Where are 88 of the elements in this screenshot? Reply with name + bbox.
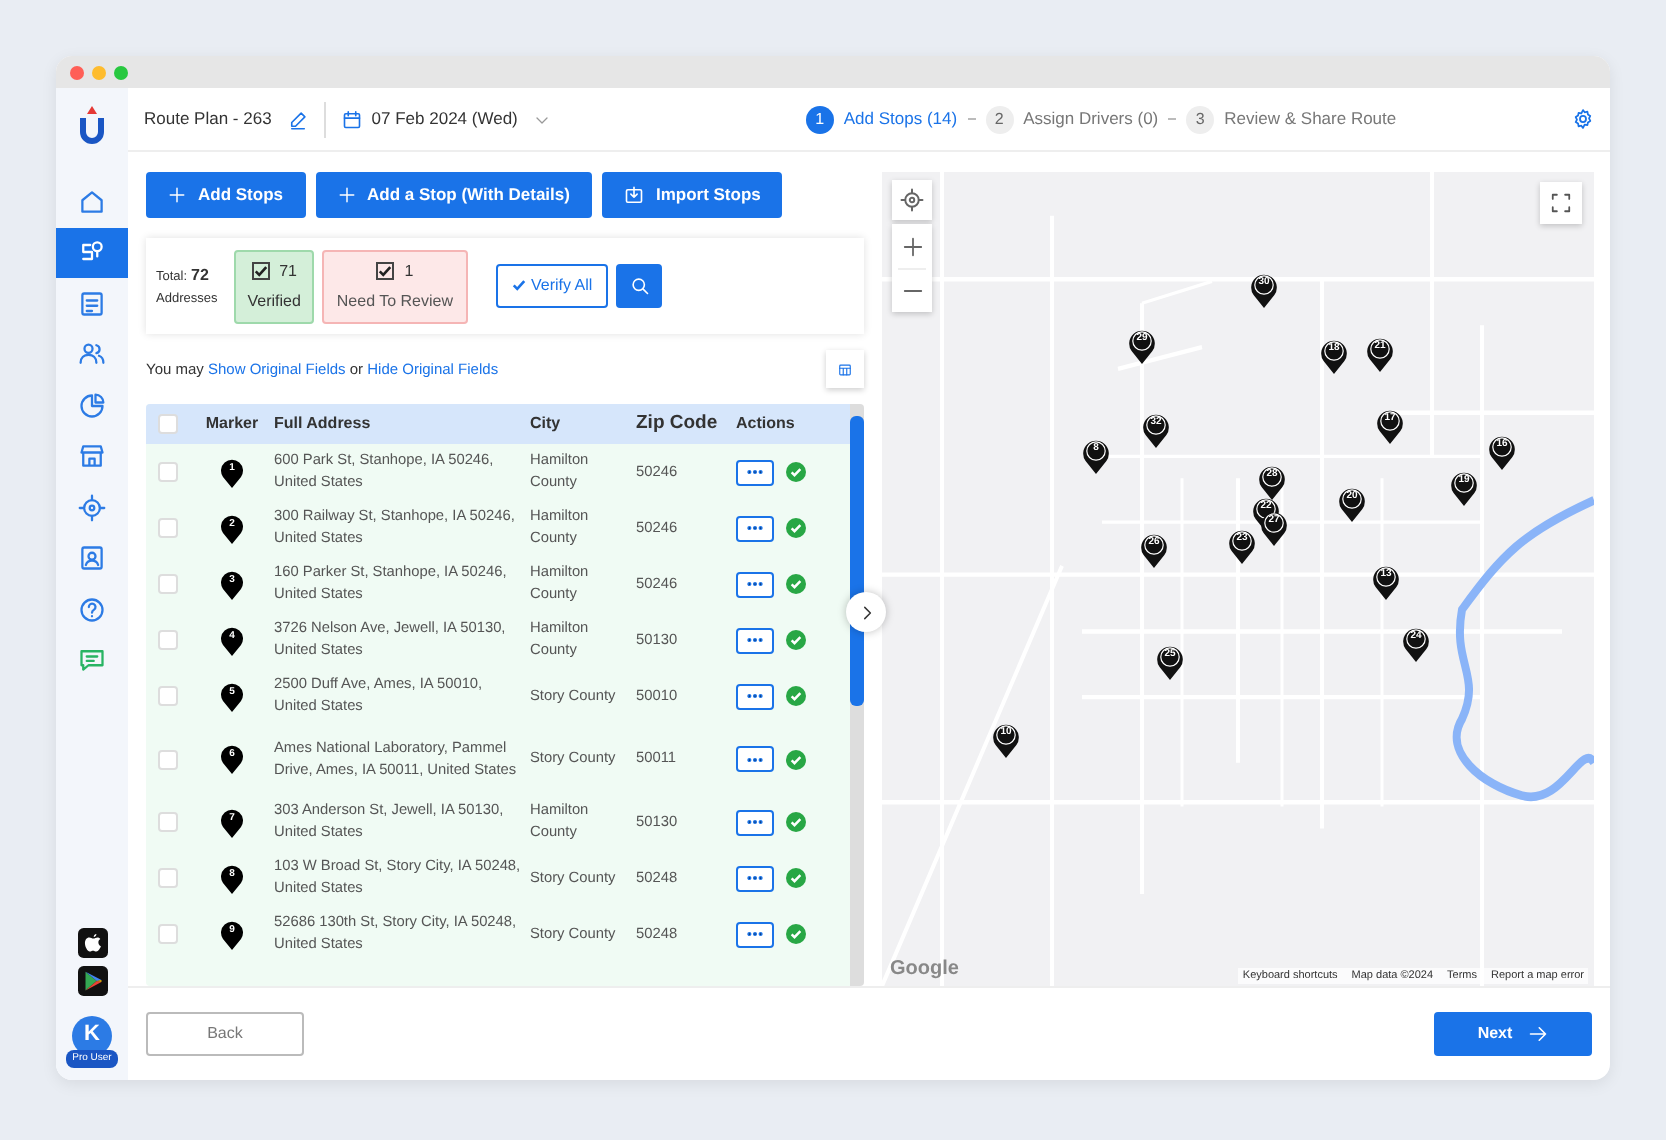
more-button[interactable] xyxy=(736,746,774,772)
contact-card-icon xyxy=(78,544,106,573)
filter-label: Verified xyxy=(247,289,301,313)
row-checkbox[interactable] xyxy=(158,868,178,888)
edit-icon[interactable] xyxy=(287,109,308,129)
calendar-icon[interactable] xyxy=(341,109,362,129)
column-header: Marker xyxy=(205,412,259,436)
count: 71 xyxy=(279,259,298,283)
avatar[interactable]: K xyxy=(71,1015,112,1055)
more-button[interactable] xyxy=(736,515,774,541)
locate-button[interactable] xyxy=(892,180,932,220)
more-button[interactable] xyxy=(736,459,774,485)
column-header: Zip Code xyxy=(636,411,718,434)
row-checkbox[interactable] xyxy=(158,518,178,538)
more-dots-icon xyxy=(746,580,764,588)
more-dots-icon xyxy=(746,636,764,644)
zoom-in-icon[interactable] xyxy=(901,235,923,257)
target-icon xyxy=(78,493,106,522)
more-dots-icon xyxy=(746,874,764,882)
select-all-checkbox[interactable] xyxy=(158,414,178,434)
wizard-step[interactable]: 3 Review & Share Route xyxy=(1186,105,1397,133)
filter-label: Need To Review xyxy=(336,289,454,313)
total-count: 72 xyxy=(191,266,209,285)
row-checkbox[interactable] xyxy=(158,924,178,944)
pie-chart-icon xyxy=(78,391,106,420)
count: 1 xyxy=(404,259,414,283)
search-button[interactable] xyxy=(616,264,663,308)
table-columns-icon xyxy=(838,359,852,379)
verify-all-button[interactable]: Verify All xyxy=(495,264,609,308)
import-icon xyxy=(623,185,644,205)
settings-icon[interactable] xyxy=(1572,108,1594,130)
locate-icon xyxy=(900,188,924,212)
more-button[interactable] xyxy=(736,683,774,709)
users-icon xyxy=(78,340,106,369)
more-dots-icon xyxy=(746,930,764,938)
row-checkbox[interactable] xyxy=(158,574,178,594)
more-dots-icon xyxy=(746,818,764,826)
logo-icon xyxy=(74,104,110,148)
more-button[interactable] xyxy=(736,571,774,597)
more-button[interactable] xyxy=(736,865,774,891)
action-button[interactable]: Add a Stop (With Details) xyxy=(315,172,592,218)
action-button[interactable]: Add Stops xyxy=(146,172,305,218)
wizard-step[interactable]: 1 Add Stops (14) xyxy=(805,105,958,133)
review-filter[interactable]: 1 Need To Review xyxy=(322,249,468,323)
chat-icon xyxy=(78,646,106,675)
columns-button[interactable] xyxy=(826,350,864,388)
date-picker[interactable]: 07 Feb 2024 (Wed) xyxy=(371,106,518,132)
checkbox[interactable] xyxy=(251,262,270,280)
checkbox[interactable] xyxy=(376,262,395,280)
column-header: Actions xyxy=(736,412,795,436)
fullscreen-button[interactable] xyxy=(1540,182,1582,224)
row-checkbox[interactable] xyxy=(158,812,178,832)
row-checkbox[interactable] xyxy=(158,749,178,769)
verified-filter[interactable]: 71 Verified xyxy=(233,249,315,323)
more-dots-icon xyxy=(746,692,764,700)
row-checkbox[interactable] xyxy=(158,630,178,650)
row-checkbox[interactable] xyxy=(158,686,178,706)
close-window-button[interactable] xyxy=(70,65,84,79)
sidebar-item[interactable] xyxy=(56,227,128,278)
back-button[interactable]: Back xyxy=(146,1012,304,1056)
column-header: Full Address xyxy=(274,414,371,432)
search-icon xyxy=(629,276,650,296)
plus-icon xyxy=(168,186,186,204)
more-dots-icon xyxy=(746,524,764,532)
column-header: City xyxy=(530,414,561,432)
play-store-icon[interactable] xyxy=(77,965,107,995)
home-icon xyxy=(78,187,106,216)
more-button[interactable] xyxy=(736,921,774,947)
more-button[interactable] xyxy=(736,809,774,835)
check-icon xyxy=(511,278,526,293)
row-checkbox[interactable] xyxy=(158,462,178,482)
plus-icon xyxy=(337,186,355,204)
more-dots-icon xyxy=(746,755,764,763)
document-icon xyxy=(78,289,106,318)
more-button[interactable] xyxy=(736,627,774,653)
wizard-step[interactable]: 2 Assign Drivers (0) xyxy=(985,105,1159,133)
store-icon xyxy=(78,442,106,471)
action-button[interactable]: Import Stops xyxy=(601,172,783,218)
arrow-right-icon xyxy=(1528,1024,1549,1044)
plan-name: Route Plan - 263 xyxy=(144,106,272,132)
zoom-control[interactable] xyxy=(892,224,932,312)
scrollbar[interactable] xyxy=(850,404,864,986)
next-button[interactable]: Next xyxy=(1434,1012,1592,1056)
fullscreen-icon xyxy=(1550,192,1572,214)
apple-store-icon[interactable] xyxy=(77,927,107,957)
more-dots-icon xyxy=(746,468,764,476)
help-icon xyxy=(78,595,106,624)
map-logo: Google xyxy=(890,956,959,984)
